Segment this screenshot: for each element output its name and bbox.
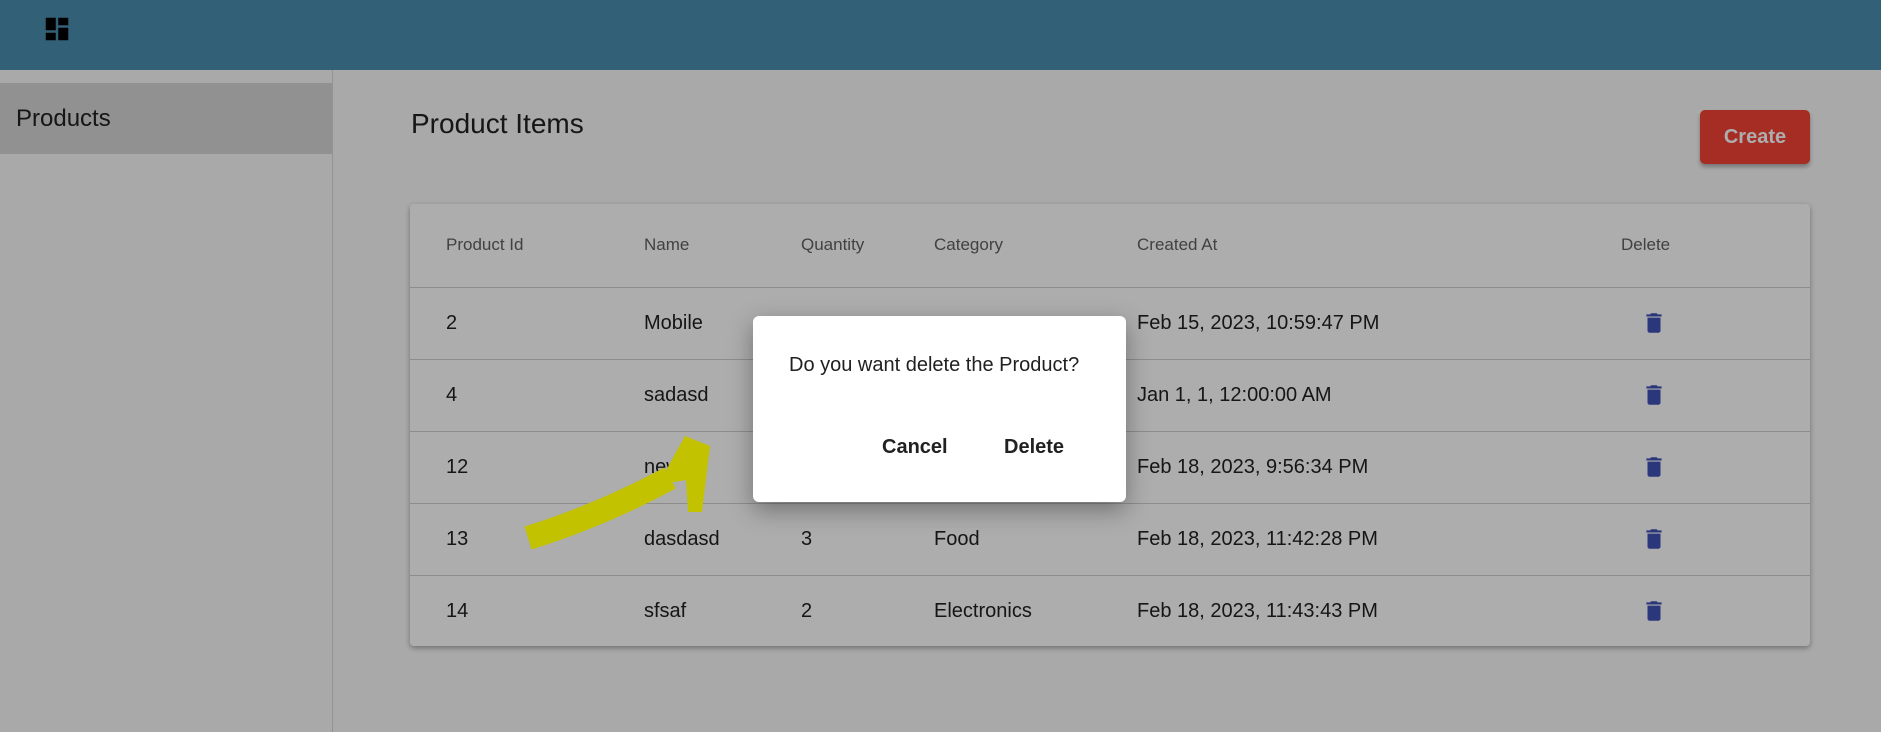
delete-confirm-dialog: Do you want delete the Product? Cancel D…	[753, 316, 1126, 502]
confirm-delete-button[interactable]: Delete	[996, 427, 1072, 467]
dialog-message: Do you want delete the Product?	[789, 354, 1080, 376]
annotation-arrow	[524, 436, 710, 550]
cancel-button[interactable]: Cancel	[874, 427, 956, 467]
